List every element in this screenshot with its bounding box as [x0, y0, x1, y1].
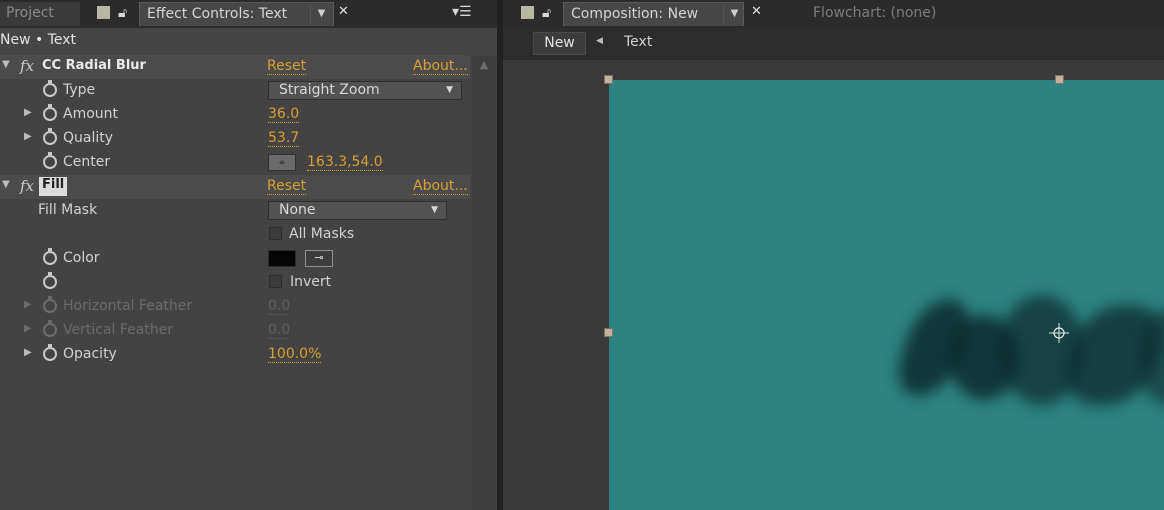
prop-label: Amount [63, 106, 119, 122]
tab-effect-controls[interactable]: Effect Controls: Text [139, 2, 334, 26]
h-feather-value: 0.0 [268, 298, 291, 315]
prop-row-fill-mask: Fill Mask None ▼ [0, 199, 470, 223]
tab-composition[interactable]: Composition: New [563, 2, 744, 26]
prop-label: Type [63, 82, 96, 98]
about-link[interactable]: About... [413, 178, 468, 195]
dropdown-value: None [279, 202, 316, 218]
all-masks-checkbox[interactable] [269, 227, 282, 240]
expand-triangle-icon[interactable]: ▶ [24, 347, 34, 358]
prop-label: Center [63, 154, 111, 170]
fill-mask-dropdown[interactable]: None ▼ [268, 201, 447, 220]
expand-triangle-icon[interactable]: ▶ [24, 107, 34, 118]
crosshair-icon[interactable] [1048, 322, 1070, 344]
composition-viewer[interactable] [503, 60, 1164, 510]
composition-nav-bar: New ◀ Text [503, 28, 1164, 60]
expand-triangle-icon[interactable]: ▶ [24, 299, 34, 310]
opacity-value[interactable]: 100.0% [268, 346, 322, 363]
stopwatch-icon[interactable] [43, 128, 57, 145]
color-swatch[interactable] [268, 250, 296, 267]
left-tab-bar: Project 🔓︎ Effect Controls: Text ▼ ✕ ▾☰ [0, 0, 497, 28]
tab-effect-controls-label: Effect Controls: Text [147, 6, 288, 22]
composition-canvas[interactable] [609, 80, 1164, 510]
expand-triangle-icon[interactable]: ▶ [24, 323, 34, 334]
nav-arrow-left-icon[interactable]: ◀ [596, 36, 603, 46]
close-icon[interactable]: ✕ [338, 4, 349, 19]
collapse-triangle-icon[interactable]: ▼ [2, 59, 12, 70]
prop-label: Horizontal Feather [63, 298, 193, 314]
scroll-up-icon[interactable]: ▲ [472, 58, 496, 71]
tab-project[interactable]: Project [0, 2, 80, 26]
stopwatch-icon[interactable] [43, 248, 57, 265]
prop-row-all-masks: All Masks [0, 223, 470, 247]
panel-grip-icon[interactable] [97, 6, 110, 19]
tab-dropdown-icon[interactable]: ▼ [723, 4, 745, 24]
amount-value[interactable]: 36.0 [268, 106, 300, 123]
chevron-down-icon: ▼ [431, 205, 438, 215]
lock-icon[interactable]: 🔓︎ [542, 6, 555, 21]
stopwatch-icon [43, 320, 57, 337]
effect-row-fill[interactable]: ▼ fx Fill Reset About... [0, 175, 470, 199]
prop-label: Color [63, 250, 100, 266]
effect-controls-panel: Project 🔓︎ Effect Controls: Text ▼ ✕ ▾☰ … [0, 0, 497, 510]
checkbox-label: All Masks [289, 226, 355, 242]
chevron-down-icon: ▼ [446, 85, 453, 95]
eyedropper-icon[interactable]: ⊸ [305, 250, 333, 267]
stopwatch-icon[interactable] [43, 272, 57, 289]
effect-name: CC Radial Blur [42, 58, 146, 73]
tab-dropdown-icon[interactable]: ▼ [310, 4, 332, 24]
prop-row-opacity: ▶ Opacity 100.0% [0, 343, 470, 367]
lock-icon[interactable]: 🔓︎ [118, 6, 131, 21]
effect-name: Fill [39, 177, 68, 196]
checkbox-label: Invert [290, 274, 332, 290]
stopwatch-icon[interactable] [43, 152, 57, 169]
stopwatch-icon[interactable] [43, 80, 57, 97]
type-dropdown[interactable]: Straight Zoom ▼ [268, 81, 462, 100]
prop-row-quality: ▶ Quality 53.7 [0, 127, 470, 151]
stopwatch-icon[interactable] [43, 344, 57, 361]
v-feather-value: 0.0 [268, 322, 291, 339]
stopwatch-icon [43, 296, 57, 313]
effect-row-cc-radial-blur[interactable]: ▼ fx CC Radial Blur Reset About... [0, 55, 470, 79]
layer-handle-top-center[interactable] [1055, 75, 1064, 84]
layer-handle-middle-left[interactable] [604, 328, 613, 337]
about-link[interactable]: About... [413, 58, 468, 75]
reset-link[interactable]: Reset [267, 178, 307, 195]
right-tab-bar: 🔓︎ Composition: New ▼ ✕ Flowchart: (none… [503, 0, 1164, 28]
panel-grip-icon[interactable] [521, 6, 534, 19]
reset-link[interactable]: Reset [267, 58, 307, 75]
blurred-text-layer[interactable] [888, 295, 1164, 435]
quality-value[interactable]: 53.7 [268, 130, 300, 147]
prop-row-vertical-feather: ▶ Vertical Feather 0.0 [0, 319, 470, 343]
nav-layer-crumb[interactable]: Text [624, 34, 652, 50]
composition-panel: 🔓︎ Composition: New ▼ ✕ Flowchart: (none… [503, 0, 1164, 510]
tab-composition-label: Composition: New [571, 6, 699, 22]
prop-row-color: Color ⊸ [0, 247, 470, 271]
center-value[interactable]: 163.3,54.0 [307, 154, 383, 171]
prop-row-invert: Invert [0, 271, 470, 295]
nav-composition-button[interactable]: New [533, 32, 586, 55]
tab-flowchart-label: Flowchart: (none) [813, 5, 937, 21]
point-control-icon[interactable]: ⌖ [268, 154, 296, 171]
stopwatch-icon[interactable] [43, 104, 57, 121]
prop-row-amount: ▶ Amount 36.0 [0, 103, 470, 127]
prop-label: Quality [63, 130, 114, 146]
expand-triangle-icon[interactable]: ▶ [24, 131, 34, 142]
prop-label: Fill Mask [38, 202, 98, 218]
prop-label: Opacity [63, 346, 117, 362]
close-icon[interactable]: ✕ [751, 4, 762, 19]
prop-row-type: Type Straight Zoom ▼ [0, 79, 470, 103]
fx-toggle-icon[interactable]: fx [20, 177, 34, 195]
prop-row-horizontal-feather: ▶ Horizontal Feather 0.0 [0, 295, 470, 319]
dropdown-value: Straight Zoom [279, 82, 380, 98]
panel-menu-icon[interactable]: ▾☰ [452, 4, 472, 20]
breadcrumb: New • Text [0, 30, 497, 54]
scrollbar[interactable]: ▲ [472, 56, 496, 510]
prop-label: Vertical Feather [63, 322, 174, 338]
collapse-triangle-icon[interactable]: ▼ [2, 179, 12, 190]
prop-row-center: Center ⌖ 163.3,54.0 [0, 151, 470, 175]
fx-toggle-icon[interactable]: fx [20, 57, 34, 75]
tab-flowchart[interactable]: Flowchart: (none) [807, 2, 997, 26]
invert-checkbox[interactable] [269, 275, 282, 288]
layer-handle-top-left[interactable] [604, 75, 613, 84]
